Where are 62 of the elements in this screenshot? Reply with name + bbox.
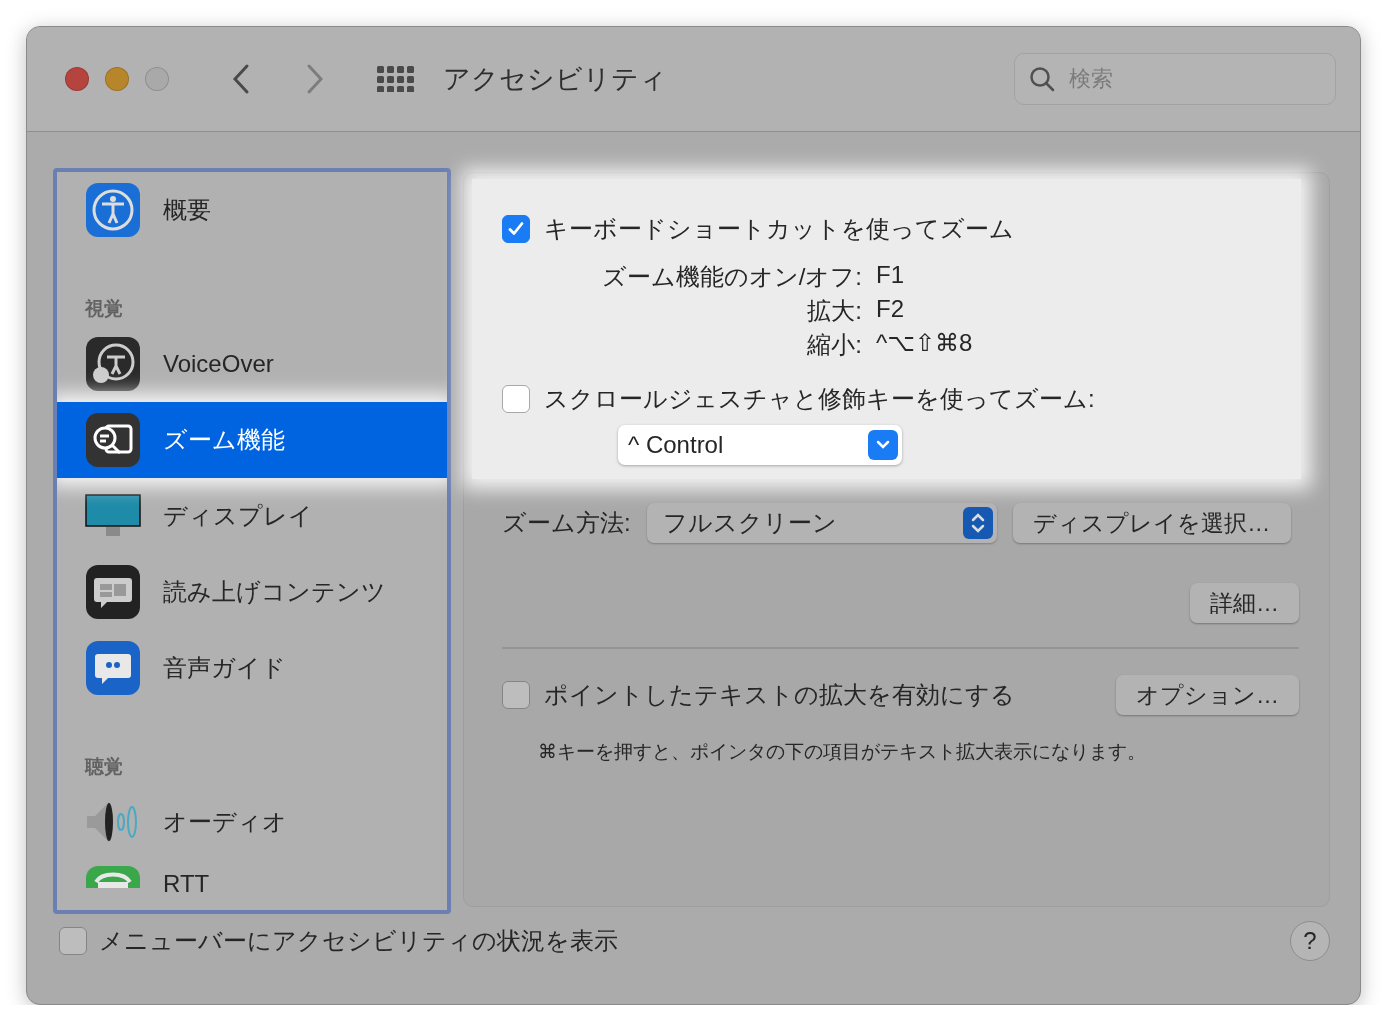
sidebar-item-label: ディスプレイ <box>163 501 313 531</box>
zoom-style-label: ズーム方法: <box>502 508 631 538</box>
modifier-dropdown[interactable]: ^ Control <box>618 425 902 465</box>
help-button[interactable]: ? <box>1290 921 1330 961</box>
checkbox-label: スクロールジェスチャと修飾キーを使ってズーム: <box>544 384 1095 414</box>
window-title: アクセシビリティ <box>443 63 667 96</box>
chevron-down-icon <box>868 430 898 460</box>
sidebar-item-label: オーディオ <box>163 807 287 837</box>
quote-bubble-icon <box>86 641 140 695</box>
sidebar-item[interactable]: VoiceOver <box>57 326 447 402</box>
checkbox[interactable] <box>59 927 87 955</box>
accessibility-speaker-icon <box>86 337 140 391</box>
sidebar-item[interactable]: 音声ガイド <box>57 630 447 706</box>
shortcut-value: F1 <box>876 261 905 290</box>
hint-text: ⌘キーを押すと、ポインタの下の項目がテキスト拡大表示になります。 <box>538 740 1147 764</box>
up-down-chevron-icon <box>962 507 993 539</box>
zoom-button[interactable] <box>145 67 169 91</box>
search-field[interactable]: 検索 <box>1014 53 1336 105</box>
section-header: 聴覚 <box>83 755 124 779</box>
sidebar-item[interactable]: ズーム機能 <box>57 402 447 478</box>
options-button[interactable]: オプション… <box>1116 675 1299 715</box>
sidebar-item-label: 概要 <box>163 195 211 225</box>
select-display-button[interactable]: ディスプレイを選択… <box>1012 503 1291 543</box>
checkbox-label: メニューバーにアクセシビリティの状況を表示 <box>99 926 618 956</box>
zoom-style-select[interactable]: フルスクリーン <box>646 503 997 543</box>
sidebar-item-label: 読み上げコンテンツ <box>163 577 386 607</box>
search-input[interactable]: 検索 <box>1067 65 1291 93</box>
dropdown-value: ^ Control <box>628 431 724 459</box>
checkbox[interactable] <box>502 681 530 709</box>
advanced-button[interactable]: 詳細… <box>1190 583 1299 623</box>
shortcut-label: ズーム機能のオン/オフ: <box>601 262 862 292</box>
shortcut-value: F2 <box>876 295 905 324</box>
checkbox-label: ポイントしたテキストの拡大を有効にする <box>544 680 1015 710</box>
checkbox-label: キーボードショートカットを使ってズーム <box>544 214 1014 244</box>
grid-icon[interactable] <box>377 66 415 92</box>
shortcut-value: ^⌥⇧⌘8 <box>876 329 974 358</box>
search-icon <box>1029 66 1055 92</box>
close-button[interactable] <box>65 67 89 91</box>
sidebar-item-label: 音声ガイド <box>163 653 286 683</box>
checkbox[interactable] <box>502 385 530 413</box>
monitor-icon <box>85 494 141 538</box>
sidebar-item[interactable]: RTT <box>57 860 447 900</box>
sidebar-item[interactable]: 読み上げコンテンツ <box>57 554 447 630</box>
minimize-button[interactable] <box>105 67 129 91</box>
checkmark-icon <box>507 220 525 238</box>
telephone-icon <box>86 866 140 888</box>
speech-bubble-icon <box>86 565 140 619</box>
accessibility-icon <box>86 183 140 237</box>
sidebar-item[interactable]: 概要 <box>57 172 447 248</box>
sidebar-item-label: VoiceOver <box>163 350 274 378</box>
sidebar-item-label: RTT <box>163 869 210 898</box>
shortcut-label: 拡大: <box>807 296 862 326</box>
sidebar-item[interactable]: ディスプレイ <box>57 478 447 554</box>
section-header: 視覚 <box>84 297 124 321</box>
magnifier-icon <box>86 413 140 467</box>
sidebar-item-label: ズーム機能 <box>163 425 285 455</box>
sidebar-item[interactable]: オーディオ <box>57 784 447 860</box>
back-icon[interactable] <box>231 63 251 95</box>
select-value: フルスクリーン <box>662 508 837 538</box>
checkbox[interactable] <box>502 215 530 243</box>
forward-icon[interactable] <box>305 63 325 95</box>
shortcut-label: 縮小: <box>807 330 862 360</box>
